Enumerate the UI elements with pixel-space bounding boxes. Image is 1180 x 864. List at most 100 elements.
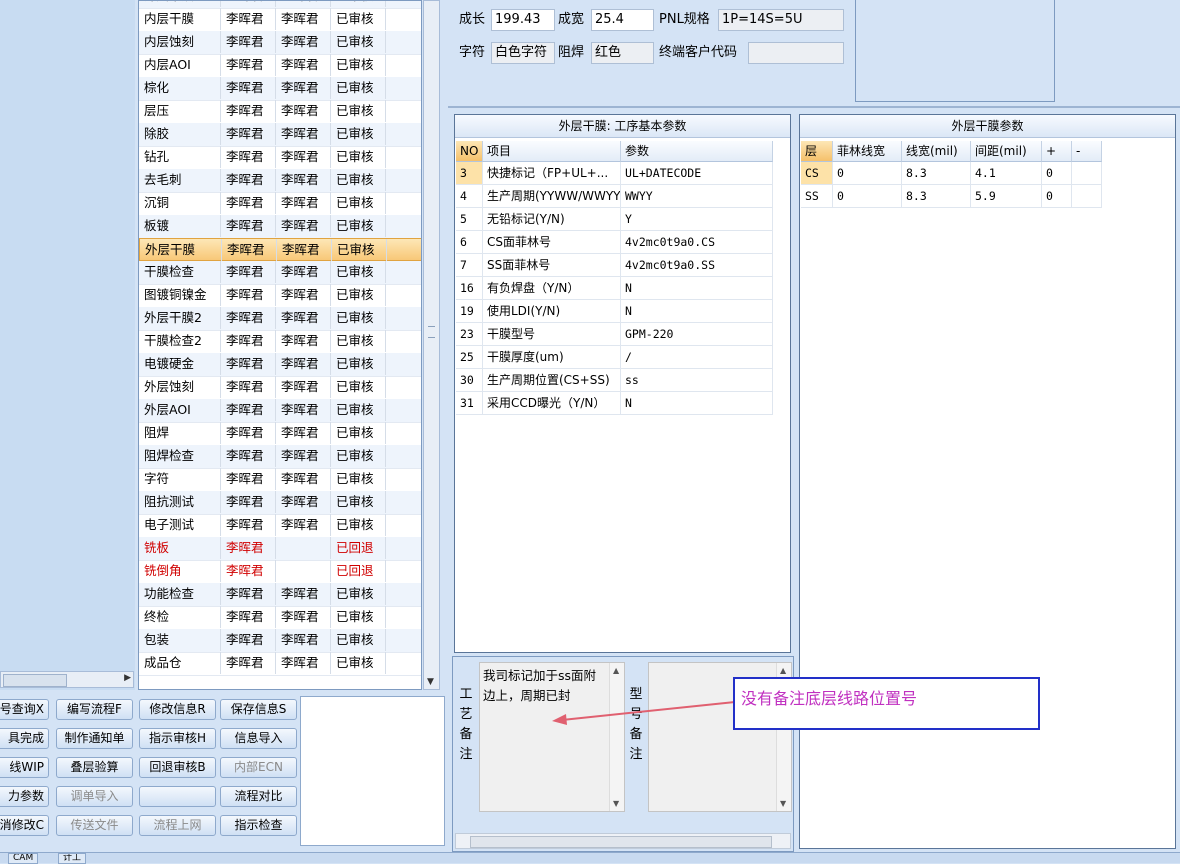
basic-params-cell-no[interactable]: 19: [456, 300, 483, 323]
button-11[interactable]: 内部ECN: [220, 757, 297, 778]
film-params-header-plus[interactable]: +: [1042, 141, 1072, 162]
basic-params-cell-item[interactable]: 采用CCD曝光（Y/N）: [483, 392, 621, 415]
finish-width-field[interactable]: 25.4: [591, 9, 654, 31]
basic-params-cell-item[interactable]: 干膜型号: [483, 323, 621, 346]
process-row[interactable]: 棕化 李晖君 李晖君 已审核: [139, 77, 421, 101]
basic-params-cell-value[interactable]: GPM-220: [621, 323, 773, 346]
basic-params-cell-no[interactable]: 30: [456, 369, 483, 392]
process-row[interactable]: 内层AOI 李晖君 李晖君 已审核: [139, 54, 421, 78]
button-1[interactable]: 编写流程F: [56, 699, 133, 720]
basic-params-cell-no[interactable]: 5: [456, 208, 483, 231]
process-remark-scrollbar[interactable]: ▲ ▼: [609, 663, 624, 811]
process-row[interactable]: 阻焊 李晖君 李晖君 已审核: [139, 422, 421, 446]
button-16[interactable]: 消修改C: [0, 815, 49, 836]
button-4[interactable]: 具完成: [0, 728, 49, 749]
process-row[interactable]: 铣板 李晖君 已回退: [139, 537, 421, 561]
basic-params-cell-value[interactable]: UL+DATECODE: [621, 162, 773, 185]
char-field[interactable]: 白色字符: [491, 42, 555, 64]
process-row[interactable]: 字符 李晖君 李晖君 已审核: [139, 468, 421, 492]
film-params-cell-plus[interactable]: 0: [1042, 185, 1072, 208]
film-params-header-spacing[interactable]: 间距(mil): [971, 141, 1042, 162]
film-params-cell-minus[interactable]: [1072, 185, 1102, 208]
process-row[interactable]: 内层干膜 李晖君 李晖君 已审核: [139, 8, 421, 32]
process-row[interactable]: 外层蚀刻 李晖君 李晖君 已审核: [139, 376, 421, 400]
button-0[interactable]: 号查询X: [0, 699, 49, 720]
scroll-right-arrow-icon[interactable]: ▶: [124, 673, 131, 683]
process-row[interactable]: 功能检查 李晖君 李晖君 已审核: [139, 583, 421, 607]
basic-params-cell-value[interactable]: N: [621, 392, 773, 415]
basic-params-cell-item[interactable]: SS面菲林号: [483, 254, 621, 277]
process-row[interactable]: 阻焊检查 李晖君 李晖君 已审核: [139, 445, 421, 469]
process-row[interactable]: 外层AOI 李晖君 李晖君 已审核: [139, 399, 421, 423]
basic-params-header-no[interactable]: NO: [456, 141, 483, 162]
process-row[interactable]: 外层干膜2 李晖君 李晖君 已审核: [139, 307, 421, 331]
film-params-cell-spacing[interactable]: 4.1: [971, 162, 1042, 185]
basic-params-cell-no[interactable]: 25: [456, 346, 483, 369]
process-row[interactable]: 图镀铜镍金 李晖君 李晖君 已审核: [139, 284, 421, 308]
button-19[interactable]: 指示检查: [220, 815, 297, 836]
film-params-cell-spacing[interactable]: 5.9: [971, 185, 1042, 208]
mask-field[interactable]: 红色: [591, 42, 654, 64]
basic-params-cell-item[interactable]: CS面菲林号: [483, 231, 621, 254]
film-params-header-minus[interactable]: -: [1072, 141, 1102, 162]
basic-params-cell-no[interactable]: 6: [456, 231, 483, 254]
basic-params-cell-item[interactable]: 生产周期(YYWW/WWYY): [483, 185, 621, 208]
scrollbar-thumb[interactable]: [470, 836, 772, 848]
basic-params-cell-no[interactable]: 23: [456, 323, 483, 346]
button-10[interactable]: 回退审核B: [139, 757, 216, 778]
scroll-down-arrow-icon[interactable]: ▼: [427, 677, 434, 687]
process-row[interactable]: 干膜检查2 李晖君 李晖君 已审核: [139, 330, 421, 354]
basic-params-cell-value[interactable]: /: [621, 346, 773, 369]
blank-button[interactable]: [139, 786, 216, 807]
remarks-horizontal-scrollbar[interactable]: [455, 833, 791, 849]
button-7[interactable]: 信息导入: [220, 728, 297, 749]
process-row[interactable]: 成品仓 李晖君 李晖君 已审核: [139, 652, 421, 676]
customer-code-field[interactable]: [748, 42, 844, 64]
process-list-vertical-scrollbar[interactable]: ▼: [423, 0, 440, 690]
process-row[interactable]: 去毛刺 李晖君 李晖君 已审核: [139, 169, 421, 193]
process-row[interactable]: 钻孔 李晖君 李晖君 已审核: [139, 146, 421, 170]
process-row[interactable]: 层压 李晖君 李晖君 已审核: [139, 100, 421, 124]
basic-params-cell-value[interactable]: ss: [621, 369, 773, 392]
process-row[interactable]: 板镀 李晖君 李晖君 已审核: [139, 215, 421, 239]
process-row[interactable]: 电镀硬金 李晖君 李晖君 已审核: [139, 353, 421, 377]
button-13[interactable]: 调单导入: [56, 786, 133, 807]
basic-params-cell-no[interactable]: 31: [456, 392, 483, 415]
basic-params-cell-value[interactable]: N: [621, 277, 773, 300]
button-3[interactable]: 保存信息S: [220, 699, 297, 720]
basic-params-cell-no[interactable]: 16: [456, 277, 483, 300]
film-params-header-film[interactable]: 菲林线宽: [833, 141, 902, 162]
scroll-up-arrow-icon[interactable]: ▲: [613, 666, 619, 675]
film-params-cell-film[interactable]: 0: [833, 185, 902, 208]
pnl-field[interactable]: 1P=14S=5U: [718, 9, 844, 31]
button-5[interactable]: 制作通知单: [56, 728, 133, 749]
basic-params-cell-no[interactable]: 3: [456, 162, 483, 185]
film-params-cell-layer[interactable]: SS: [801, 185, 833, 208]
process-row[interactable]: 沉铜 李晖君 李晖君 已审核: [139, 192, 421, 216]
scroll-up-arrow-icon[interactable]: ▲: [780, 666, 786, 675]
basic-params-header-item[interactable]: 项目: [483, 141, 621, 162]
scroll-down-arrow-icon[interactable]: ▼: [780, 799, 786, 808]
process-remark-textbox[interactable]: 我司标记加于ss面附边上，周期已封 ▲ ▼: [479, 662, 625, 812]
basic-params-cell-item[interactable]: 快捷标记（FP+UL+...: [483, 162, 621, 185]
film-params-header-layer[interactable]: 层: [801, 141, 833, 162]
basic-params-cell-item[interactable]: 生产周期位置(CS+SS): [483, 369, 621, 392]
status-tab-1[interactable]: 计工: [58, 853, 87, 864]
process-row[interactable]: 终检 李晖君 李晖君 已审核: [139, 606, 421, 630]
basic-params-cell-item[interactable]: 无铅标记(Y/N): [483, 208, 621, 231]
film-params-cell-minus[interactable]: [1072, 162, 1102, 185]
process-row[interactable]: 电子测试 李晖君 李晖君 已审核: [139, 514, 421, 538]
scrollbar-thumb[interactable]: [3, 674, 67, 687]
button-6[interactable]: 指示审核H: [139, 728, 216, 749]
process-row[interactable]: 铣倒角 李晖君 已回退: [139, 560, 421, 584]
process-row[interactable]: 阻抗测试 李晖君 李晖君 已审核: [139, 491, 421, 515]
basic-params-cell-item[interactable]: 干膜厚度(um): [483, 346, 621, 369]
film-params-header-width[interactable]: 线宽(mil): [902, 141, 971, 162]
scroll-down-arrow-icon[interactable]: ▼: [613, 799, 619, 808]
basic-params-cell-value[interactable]: 4v2mc0t9a0.CS: [621, 231, 773, 254]
button-18[interactable]: 流程上网: [139, 815, 216, 836]
basic-params-cell-value[interactable]: WWYY: [621, 185, 773, 208]
button-8[interactable]: 线WIP: [0, 757, 49, 778]
process-row[interactable]: 内层蚀刻 李晖君 李晖君 已审核: [139, 31, 421, 55]
basic-params-cell-no[interactable]: 7: [456, 254, 483, 277]
